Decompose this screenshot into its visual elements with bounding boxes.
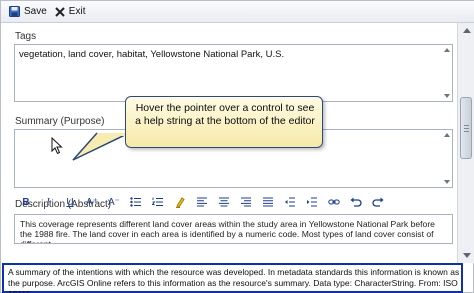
mouse-pointer-icon xyxy=(51,137,63,155)
bold-button[interactable]: B xyxy=(18,195,34,209)
underline-button[interactable]: U xyxy=(62,195,78,209)
bullet-list-icon xyxy=(130,197,141,207)
help-panel: A summary of the intentions with which t… xyxy=(2,263,463,293)
insert-link-button[interactable] xyxy=(326,195,342,209)
description-value: This coverage represents different land … xyxy=(20,219,435,244)
save-label: Save xyxy=(24,6,47,17)
italic-icon: I xyxy=(46,196,50,208)
grip-line xyxy=(464,125,469,126)
scroll-up-icon[interactable] xyxy=(444,48,450,52)
scroll-down-icon[interactable] xyxy=(463,253,471,258)
font-size-down-icon: A⁻ xyxy=(108,196,120,208)
underline-icon: U xyxy=(66,196,74,208)
font-size-up-icon: A⁺ xyxy=(86,196,98,208)
grip-line xyxy=(464,128,469,129)
indent-button[interactable] xyxy=(304,195,320,209)
save-button[interactable]: Save xyxy=(7,3,53,21)
font-size-down-button[interactable]: A⁻ xyxy=(106,195,122,209)
numbered-list-button[interactable] xyxy=(150,195,166,209)
format-toolbar: B I U A⁺ A⁻ xyxy=(14,193,453,211)
scroll-up-icon[interactable] xyxy=(463,28,471,33)
metadata-editor-window: Save Exit Tags vegetation, land cover, h… xyxy=(0,0,474,293)
editor-toolbar: Save Exit xyxy=(1,1,474,23)
tags-scrollbar[interactable] xyxy=(442,45,452,101)
numbered-list-icon xyxy=(152,197,163,206)
close-icon xyxy=(55,6,65,17)
bold-icon: B xyxy=(22,196,30,208)
callout-annotation: Hover the pointer over a control to see … xyxy=(125,96,323,148)
tags-field[interactable]: vegetation, land cover, habitat, Yellows… xyxy=(14,44,453,102)
italic-button[interactable]: I xyxy=(40,195,56,209)
redo-icon xyxy=(372,197,384,207)
undo-button[interactable] xyxy=(348,195,364,209)
align-center-button[interactable] xyxy=(216,195,232,209)
justify-button[interactable] xyxy=(260,195,276,209)
scrollbar-thumb[interactable] xyxy=(460,97,472,159)
align-left-icon xyxy=(197,197,207,207)
summary-label: Summary (Purpose) xyxy=(15,116,105,127)
exit-label: Exit xyxy=(68,6,86,17)
justify-icon xyxy=(263,197,273,207)
align-left-button[interactable] xyxy=(194,195,210,209)
scroll-down-icon[interactable] xyxy=(444,180,450,184)
font-size-up-button[interactable]: A⁺ xyxy=(84,195,100,209)
description-field[interactable]: This coverage represents different land … xyxy=(14,214,453,244)
summary-scrollbar[interactable] xyxy=(442,130,452,187)
exit-button[interactable]: Exit xyxy=(53,3,92,21)
scroll-up-icon[interactable] xyxy=(444,133,450,137)
indent-icon xyxy=(307,197,317,207)
help-text: A summary of the intentions with which t… xyxy=(8,267,460,293)
save-icon xyxy=(9,6,20,17)
align-right-icon xyxy=(241,197,251,207)
callout-text: Hover the pointer over a control to see … xyxy=(135,102,315,127)
link-icon xyxy=(328,199,340,205)
tags-value: vegetation, land cover, habitat, Yellows… xyxy=(19,49,285,60)
highlight-button[interactable] xyxy=(172,195,188,209)
outdent-icon xyxy=(285,197,295,207)
align-right-button[interactable] xyxy=(238,195,254,209)
main-scrollbar[interactable] xyxy=(457,23,474,263)
undo-icon xyxy=(350,197,362,207)
align-center-icon xyxy=(219,197,229,207)
scroll-down-icon[interactable] xyxy=(444,94,450,98)
callout-pointer xyxy=(72,132,130,161)
grip-line xyxy=(464,131,469,132)
tags-label: Tags xyxy=(15,31,37,42)
bullet-list-button[interactable] xyxy=(128,195,144,209)
outdent-button[interactable] xyxy=(282,195,298,209)
redo-button[interactable] xyxy=(370,195,386,209)
highlighter-icon xyxy=(176,197,185,208)
